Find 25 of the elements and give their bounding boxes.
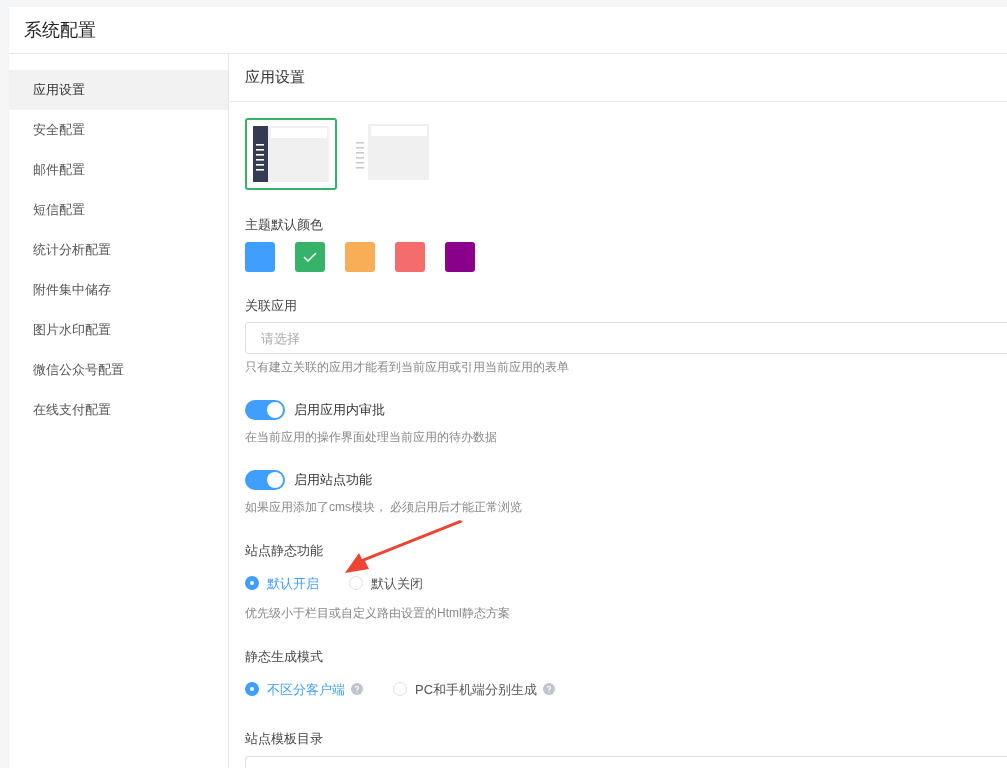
sidebar-item[interactable]: 微信公众号配置	[9, 350, 228, 390]
help-text: 只有建立关联的应用才能看到当前应用或引用当前应用的表单	[245, 359, 570, 376]
help-text: 优先级小于栏目或自定义路由设置的Html静态方案	[245, 605, 511, 622]
field-label: 站点模板目录	[245, 730, 324, 748]
field-label: 静态生成模式	[245, 648, 324, 666]
help-text: 如果应用添加了cms模块， 必须启用后才能正常浏览	[245, 499, 524, 516]
help-text: 在当前应用的操作界面处理当前应用的待办数据	[245, 429, 498, 446]
field-label: 站点静态功能	[245, 542, 324, 560]
field-label: 关联应用	[245, 296, 298, 315]
sidebar-item[interactable]: 统计分析配置	[9, 230, 228, 270]
sidebar-item[interactable]: 图片水印配置	[9, 310, 228, 350]
select-field[interactable]: 请选择	[245, 322, 1007, 354]
switch-label: 启用应用内审批	[294, 401, 385, 420]
sidebar-item[interactable]: 短信配置	[9, 190, 228, 230]
sidebar-item[interactable]: 在线支付配置	[9, 390, 228, 430]
sidebar-item[interactable]: 附件集中储存	[9, 270, 228, 310]
field-label: 主题默认颜色	[245, 216, 324, 234]
section-title: 应用设置	[245, 67, 305, 88]
sidebar-item[interactable]: 邮件配置	[9, 150, 228, 190]
radio-label[interactable]: 默认关闭	[371, 573, 423, 593]
page-title: 系统配置	[24, 18, 96, 42]
sidebar-item[interactable]: 安全配置	[9, 110, 228, 150]
switch-label: 启用站点功能	[294, 471, 372, 490]
sidebar-item[interactable]: 应用设置	[9, 70, 228, 110]
radio-label[interactable]: PC和手机端分别生成	[415, 679, 538, 699]
